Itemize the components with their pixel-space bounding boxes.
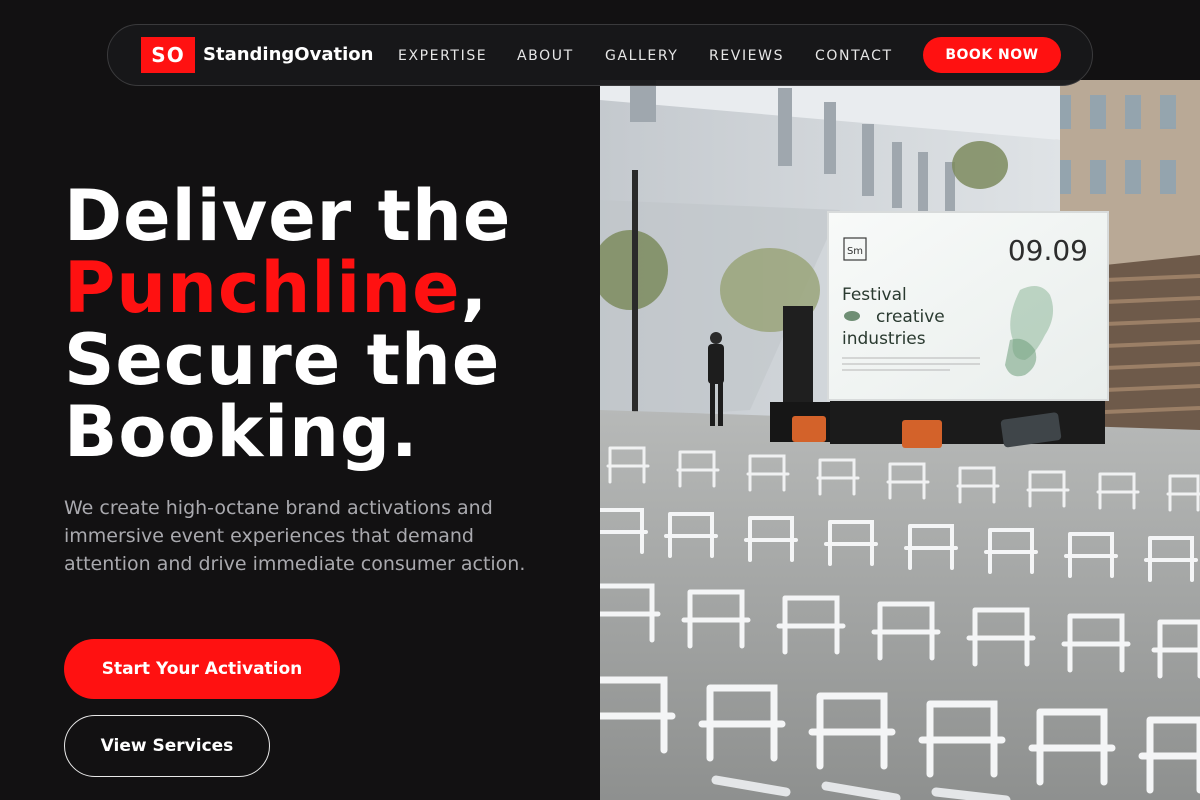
screen-title-1: Festival — [842, 285, 907, 305]
headline-line-4: Booking. — [64, 391, 419, 473]
nav-link-expertise[interactable]: EXPERTISE — [398, 47, 487, 65]
hero-event-photo: Sm 09.09 Festival creative industries — [600, 80, 1200, 800]
book-now-button[interactable]: BOOK NOW — [923, 37, 1061, 73]
nav-link-about[interactable]: ABOUT — [517, 47, 574, 65]
logo-badge[interactable]: SO — [141, 37, 195, 73]
headline-accent-suffix: , — [460, 247, 489, 329]
brand-name[interactable]: StandingOvation — [203, 44, 373, 66]
screen-date: 09.09 — [1008, 234, 1088, 267]
screen-title-3: industries — [842, 329, 926, 349]
top-navigation: SO StandingOvation EXPERTISE ABOUT GALLE… — [107, 24, 1093, 86]
nav-link-contact[interactable]: CONTACT — [815, 47, 893, 65]
screen-logo: Sm — [847, 246, 863, 257]
view-services-button[interactable]: View Services — [64, 715, 270, 777]
hero-headline: Deliver the Punchline, Secure the Bookin… — [64, 180, 584, 468]
screen-title-2: creative — [876, 307, 945, 327]
nav-link-gallery[interactable]: GALLERY — [605, 47, 678, 65]
headline-line-3: Secure the — [64, 319, 501, 401]
hero-description: We create high-octane brand activations … — [64, 497, 526, 575]
headline-accent: Punchline — [64, 247, 461, 329]
headline-line-1: Deliver the — [64, 175, 512, 257]
nav-link-reviews[interactable]: REVIEWS — [709, 47, 784, 65]
start-activation-button[interactable]: Start Your Activation — [64, 639, 340, 699]
